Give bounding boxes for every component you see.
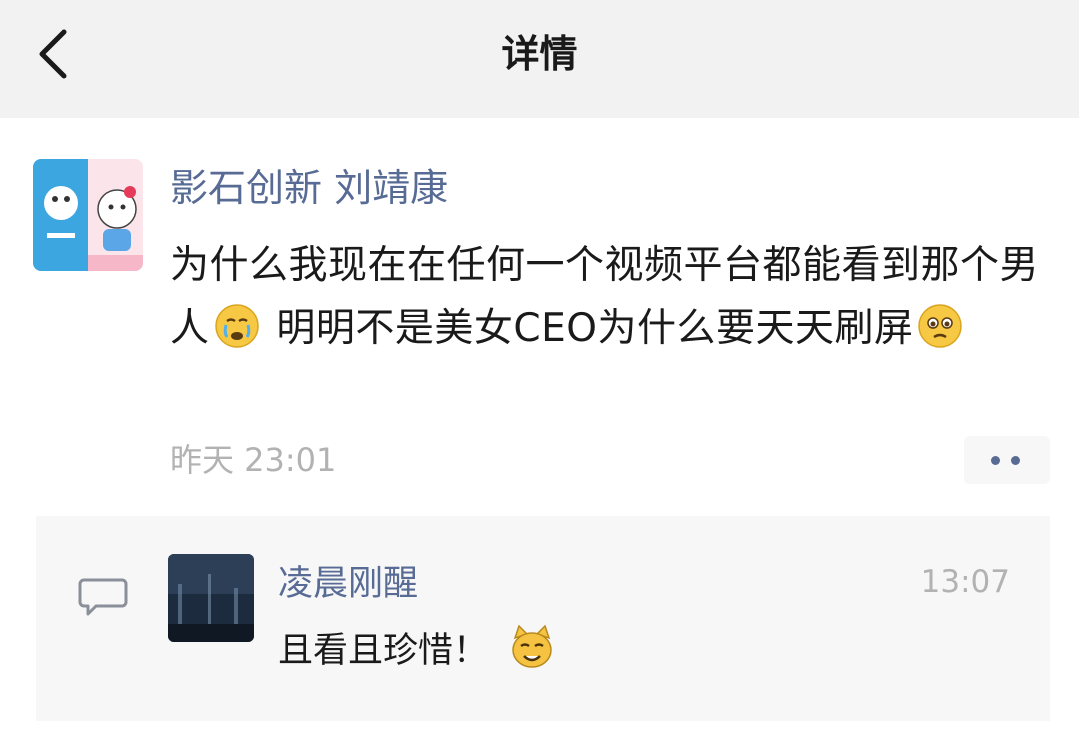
crying-face-emoji-icon [214,303,260,349]
comment-text: 且看且珍惜！ [278,624,559,677]
post-timestamp: 昨天 23:01 [170,441,337,479]
comment-time: 13:07 [920,564,1010,600]
commenter-name[interactable]: 凌晨刚醒 [278,560,418,608]
author-name[interactable]: 影石创新 刘靖康 [170,160,448,216]
post-content: 为什么我现在在任何一个视频平台都能看到那个男人 明明不是美女CEO为什么要天天刷… [170,234,1055,360]
avatar[interactable] [33,159,143,271]
more-button[interactable] [964,436,1050,484]
cat-face-emoji-icon [509,624,555,670]
navigation-bar: 详情 [0,0,1079,118]
comment-text-content: 且看且珍惜！ [278,631,489,671]
teary-face-emoji-icon [917,303,963,349]
moment-post: 影石创新 刘靖康 为什么我现在在任何一个视频平台都能看到那个男人 明明不是美女C… [0,118,1079,736]
post-text-part2: 明明不是美女CEO为什么要天天刷屏 [263,306,914,351]
comment-icon [78,576,128,618]
commenter-avatar[interactable] [168,554,254,642]
page-title: 详情 [501,32,578,76]
comment-section: 凌晨刚醒 13:07 且看且珍惜！ [36,516,1050,721]
